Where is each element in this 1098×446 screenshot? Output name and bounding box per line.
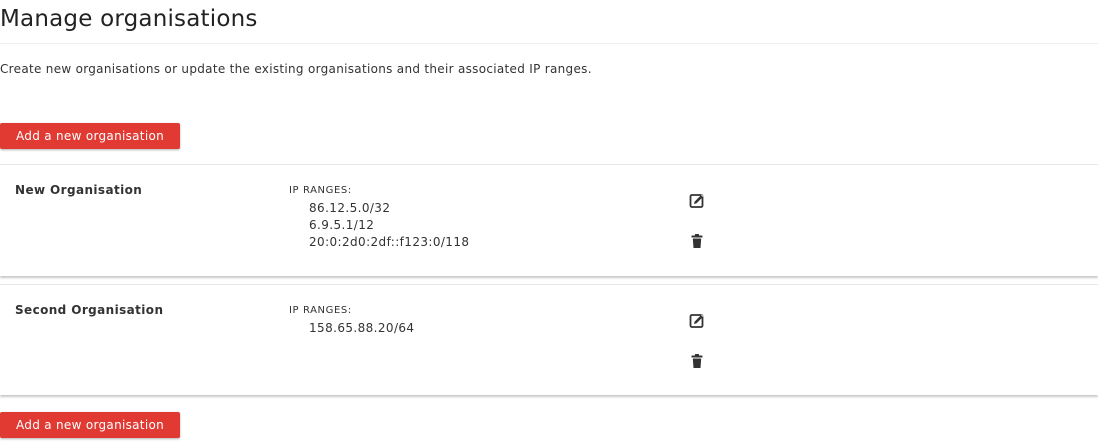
delete-organisation-button[interactable] bbox=[689, 353, 705, 369]
add-organisation-button-top[interactable]: Add a new organisation bbox=[0, 123, 180, 149]
organisation-card: New Organisation IP RANGES: 86.12.5.0/32… bbox=[0, 164, 1098, 276]
organisation-name: Second Organisation bbox=[15, 303, 164, 317]
delete-organisation-button[interactable] bbox=[689, 233, 705, 249]
page-description: Create new organisations or update the e… bbox=[0, 62, 592, 76]
ip-range-list: 86.12.5.0/32 6.9.5.1/12 20:0:2d0:2df::f1… bbox=[309, 200, 469, 251]
edit-icon bbox=[689, 194, 704, 208]
edit-organisation-button[interactable] bbox=[689, 313, 705, 329]
ip-range-item: 158.65.88.20/64 bbox=[309, 321, 415, 335]
edit-icon bbox=[689, 314, 704, 328]
ip-range-item: 6.9.5.1/12 bbox=[309, 218, 375, 232]
organisation-name: New Organisation bbox=[15, 183, 143, 197]
title-divider bbox=[0, 43, 1098, 44]
ip-range-list: 158.65.88.20/64 bbox=[309, 320, 414, 337]
ip-range-item: 86.12.5.0/32 bbox=[309, 201, 391, 215]
add-organisation-button-bottom[interactable]: Add a new organisation bbox=[0, 412, 180, 438]
trash-icon bbox=[691, 354, 703, 368]
ip-range-item: 20:0:2d0:2df::f123:0/118 bbox=[309, 235, 470, 249]
page-title: Manage organisations bbox=[0, 6, 258, 32]
organisation-card: Second Organisation IP RANGES: 158.65.88… bbox=[0, 284, 1098, 395]
ip-ranges-label: IP RANGES: bbox=[289, 305, 352, 316]
edit-organisation-button[interactable] bbox=[689, 193, 705, 209]
trash-icon bbox=[691, 234, 703, 248]
ip-ranges-label: IP RANGES: bbox=[289, 185, 352, 196]
